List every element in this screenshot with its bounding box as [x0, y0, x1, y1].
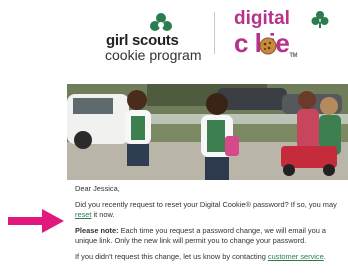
email-header: girl scouts cookie program digital c kie… — [0, 0, 348, 76]
trefoil-leaf-icon — [311, 11, 329, 28]
trefoil-icon — [150, 13, 172, 31]
contact-text-end: . — [323, 252, 326, 261]
note-paragraph: Please note: Each time you request a pas… — [75, 226, 345, 246]
cookie-icon — [259, 37, 277, 55]
greeting: Dear Jessica, — [75, 184, 120, 193]
digital-cookie-logo: digital c kieTM — [228, 8, 338, 66]
reset-link[interactable]: reset — [75, 210, 91, 219]
header-divider — [214, 12, 215, 54]
girl-scouts-logo: girl scouts cookie program — [100, 10, 210, 63]
digital-cookie-logo-line1: digital — [234, 8, 290, 29]
brand-name-line2: cookie program — [105, 47, 202, 63]
girl-scouts-photo — [67, 84, 348, 180]
reset-paragraph: Did you recently request to reset your D… — [75, 200, 345, 220]
reset-text: Did you recently request to reset your D… — [75, 200, 337, 209]
arrow-right-icon — [8, 209, 64, 233]
contact-text: If you didn't request this change, let u… — [75, 252, 268, 261]
reset-text-end: it now. — [91, 210, 115, 219]
trademark-mark: TM — [289, 53, 297, 59]
email-body: Dear Jessica, Did you recently request t… — [75, 184, 345, 268]
contact-paragraph: If you didn't request this change, let u… — [75, 252, 345, 262]
customer-service-link[interactable]: customer service — [268, 252, 324, 261]
note-label: Please note: — [75, 226, 119, 235]
